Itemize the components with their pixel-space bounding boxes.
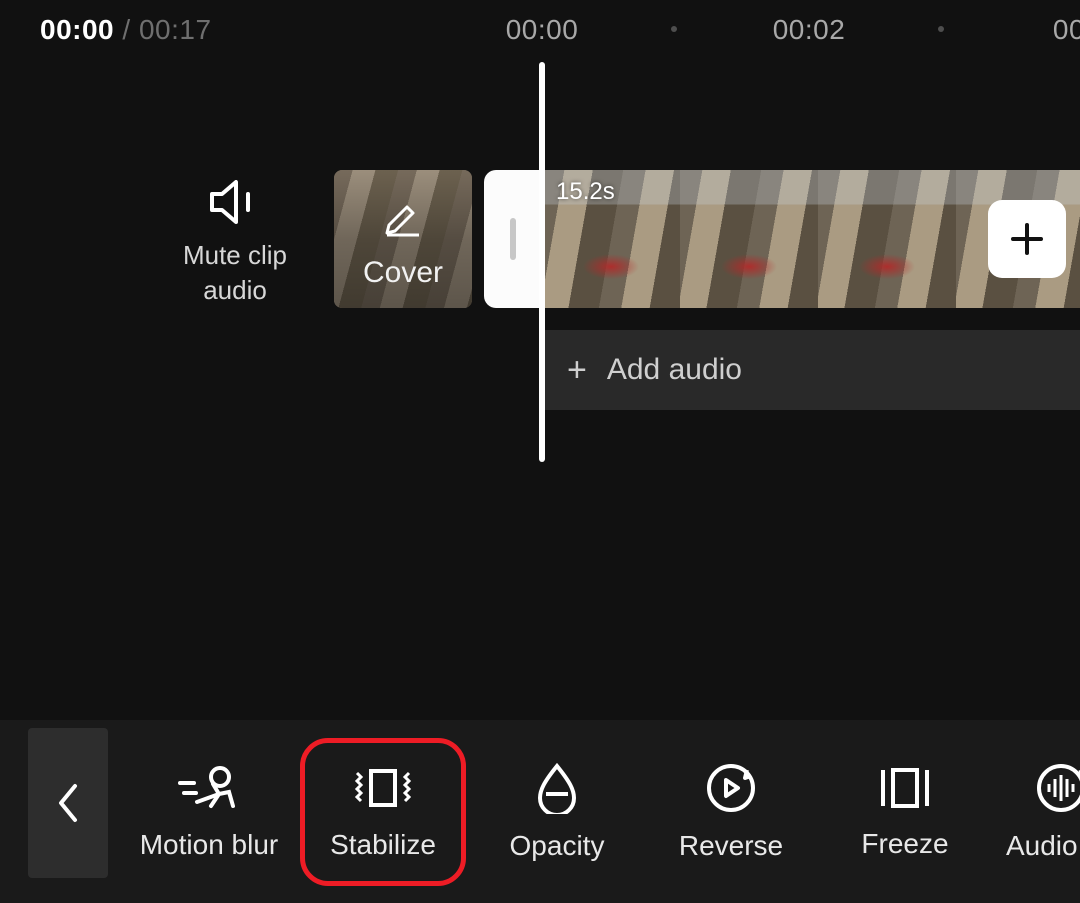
ruler-tick-0: 00:00 [506, 14, 579, 46]
tool-audio-effects[interactable]: Audio eff [996, 742, 1080, 882]
clip-frame [818, 170, 956, 308]
mute-clip-label: Mute clip audio [150, 238, 320, 308]
tool-label: Freeze [861, 828, 948, 860]
tool-opacity[interactable]: Opacity [474, 742, 640, 882]
tool-label: Reverse [679, 830, 783, 862]
current-time: 00:00 [40, 14, 114, 45]
ruler-tick-2: 00 [1053, 14, 1080, 46]
video-clip-track[interactable]: 15.2s [484, 170, 1080, 308]
add-clip-button[interactable] [988, 200, 1066, 278]
playback-position: 00:00 / 00:17 [40, 14, 212, 46]
cover-button[interactable]: Cover [334, 170, 472, 308]
chevron-left-icon [55, 782, 81, 824]
ruler-subtick [938, 26, 944, 32]
speaker-mute-icon [208, 180, 262, 224]
add-audio-label: Add audio [607, 353, 742, 387]
ruler-tick-1: 00:02 [773, 14, 846, 46]
bottom-toolbar: Motion blur Stabilize Opacity Rever [0, 720, 1080, 903]
tool-reverse[interactable]: Reverse [648, 742, 814, 882]
mute-clip-audio-button[interactable]: Mute clip audio [150, 180, 320, 308]
tool-label: Stabilize [330, 829, 436, 861]
freeze-icon [879, 764, 931, 812]
tool-freeze[interactable]: Freeze [822, 744, 988, 880]
add-audio-button[interactable]: + Add audio [543, 330, 1080, 410]
total-time: 00:17 [139, 14, 212, 45]
back-button[interactable] [28, 728, 108, 878]
clip-frame [680, 170, 818, 308]
time-ruler: 00:00 / 00:17 00:00 00:02 00 [0, 14, 1080, 50]
opacity-icon [534, 762, 580, 814]
stabilize-icon [351, 763, 415, 813]
audio-effects-icon [1035, 762, 1080, 814]
tool-label: Motion blur [140, 829, 279, 861]
ruler-subtick [671, 26, 677, 32]
editor-area: Mute clip audio Cover 15.2s + Add audio [0, 50, 1080, 690]
tool-label: Opacity [510, 830, 605, 862]
reverse-icon [705, 762, 757, 814]
motion-blur-icon [178, 763, 240, 813]
clip-duration-badge: 15.2s [556, 178, 615, 206]
tool-motion-blur[interactable]: Motion blur [126, 743, 292, 881]
plus-icon: + [567, 351, 587, 390]
clip-trim-handle-left[interactable] [484, 170, 542, 308]
cover-label: Cover [334, 256, 472, 290]
time-separator: / [114, 14, 139, 45]
tool-stabilize[interactable]: Stabilize [300, 738, 466, 886]
pencil-icon [381, 195, 425, 239]
tool-label: Audio eff [1006, 830, 1080, 862]
plus-icon [1007, 219, 1047, 259]
